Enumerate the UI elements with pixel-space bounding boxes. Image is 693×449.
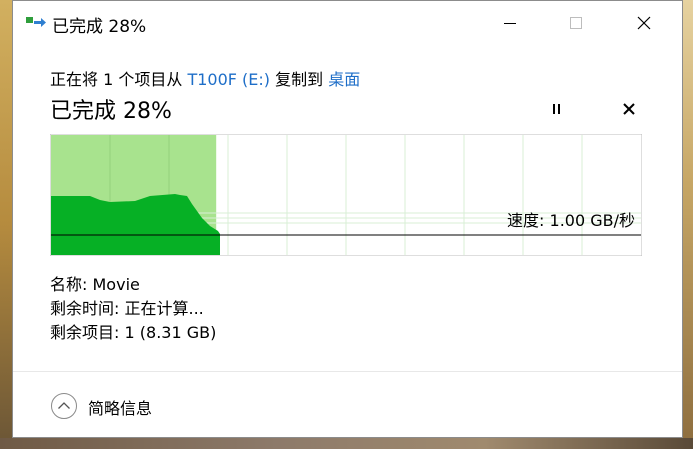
speed-label: 速度: 1.00 GB/秒 xyxy=(507,211,635,230)
collapse-details-button[interactable] xyxy=(50,392,78,420)
destination-link[interactable]: 桌面 xyxy=(328,70,360,89)
transfer-speed-graph: 速度: 1.00 GB/秒 xyxy=(50,134,642,256)
close-icon xyxy=(637,16,651,30)
progress-heading: 已完成 28% xyxy=(50,99,172,124)
desktop-background-right xyxy=(683,0,693,449)
desktop-background-left xyxy=(0,0,12,449)
copy-progress-dialog: 已完成 28% 正在将 1 个项目从 T100F (E:) 复制到 桌面 已完成… xyxy=(12,0,683,438)
window-title: 已完成 28% xyxy=(52,17,147,37)
desktop-background-bottom xyxy=(0,438,693,449)
time-remaining-label: 剩余时间: xyxy=(50,299,120,318)
source-link[interactable]: T100F (E:) xyxy=(187,70,270,89)
name-value: Movie xyxy=(92,275,140,294)
time-remaining-row: 剩余时间: 正在计算... xyxy=(50,297,216,321)
cancel-icon xyxy=(623,103,635,115)
maximize-button[interactable] xyxy=(547,1,605,45)
cancel-button[interactable] xyxy=(617,97,641,121)
maximize-icon xyxy=(570,17,582,29)
minimize-icon xyxy=(504,22,516,24)
items-remaining-row: 剩余项目: 1 (8.31 GB) xyxy=(50,321,216,345)
description-middle: 复制到 xyxy=(270,70,329,89)
pause-icon xyxy=(553,104,560,114)
items-remaining-value: 1 (8.31 GB) xyxy=(124,323,217,342)
footer-divider xyxy=(13,371,682,372)
transfer-details: 名称: Movie 剩余时间: 正在计算... 剩余项目: 1 (8.31 GB… xyxy=(50,273,216,345)
items-remaining-label: 剩余项目: xyxy=(50,323,120,342)
time-remaining-value: 正在计算... xyxy=(124,299,204,318)
pause-button[interactable] xyxy=(545,97,569,121)
name-label: 名称: xyxy=(50,275,88,294)
minimize-button[interactable] xyxy=(481,1,539,45)
title-bar[interactable]: 已完成 28% xyxy=(13,1,682,45)
copy-description: 正在将 1 个项目从 T100F (E:) 复制到 桌面 xyxy=(50,66,360,90)
collapse-details-label[interactable]: 简略信息 xyxy=(88,395,152,419)
file-copy-icon xyxy=(26,17,46,27)
name-row: 名称: Movie xyxy=(50,273,216,297)
close-button[interactable] xyxy=(615,1,673,45)
description-prefix: 正在将 1 个项目从 xyxy=(50,70,188,89)
